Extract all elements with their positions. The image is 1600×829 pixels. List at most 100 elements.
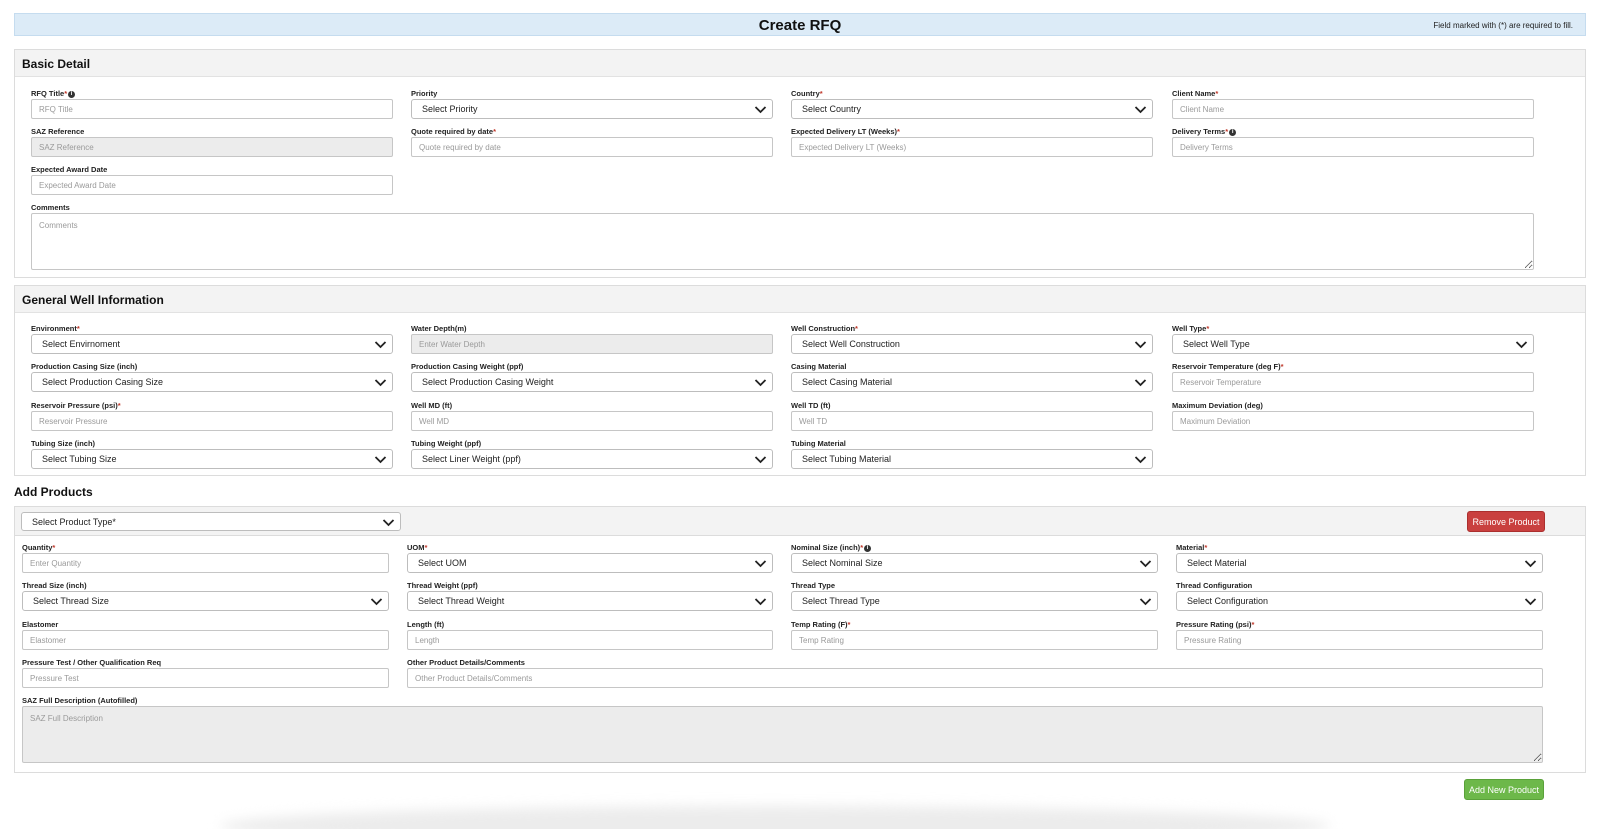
temp-rating-input[interactable] bbox=[791, 630, 1158, 650]
page-title: Create RFQ bbox=[758, 17, 842, 34]
saz-reference-field: SAZ Reference bbox=[31, 127, 393, 157]
info-icon[interactable]: i bbox=[68, 91, 76, 98]
tubing-material-field: Tubing Material Select Tubing Material bbox=[791, 439, 1153, 469]
well-td-field: Well TD (ft) bbox=[791, 401, 1153, 431]
required-marker: * bbox=[493, 127, 497, 136]
tubing-size-label: Tubing Size (inch) bbox=[31, 439, 96, 448]
length-input[interactable] bbox=[407, 630, 773, 650]
pressure-test-input[interactable] bbox=[22, 668, 389, 688]
length-field: Length (ft) bbox=[407, 620, 773, 650]
chevron-down-icon bbox=[1134, 456, 1147, 464]
max-deviation-input[interactable] bbox=[1172, 411, 1534, 431]
required-marker: * bbox=[855, 324, 858, 333]
saz-reference-label: SAZ Reference bbox=[31, 127, 85, 136]
pressure-rating-input[interactable] bbox=[1176, 630, 1543, 650]
thread-size-select[interactable]: Select Thread Size bbox=[22, 591, 389, 611]
casing-material-field: Casing Material Select Casing Material bbox=[791, 362, 1153, 392]
required-marker: * bbox=[52, 543, 56, 552]
other-details-label: Other Product Details/Comments bbox=[407, 658, 525, 667]
other-details-input[interactable] bbox=[407, 668, 1543, 688]
priority-label: Priority bbox=[411, 89, 438, 98]
saz-description-label: SAZ Full Description (Autofilled) bbox=[22, 696, 138, 705]
material-select[interactable]: Select Material bbox=[1176, 553, 1543, 573]
well-info-panel: General Well Information Environment* Se… bbox=[14, 285, 1586, 476]
casing-material-label: Casing Material bbox=[791, 362, 847, 371]
required-marker: * bbox=[847, 620, 851, 629]
elastomer-field: Elastomer bbox=[22, 620, 389, 650]
product-type-select[interactable]: Select Product Type* bbox=[21, 512, 401, 531]
tubing-size-select[interactable]: Select Tubing Size bbox=[31, 449, 393, 469]
priority-select[interactable]: Select Priority bbox=[411, 99, 773, 119]
delivery-lt-input[interactable] bbox=[791, 137, 1153, 157]
required-marker: * bbox=[1206, 324, 1210, 333]
saz-description-field: SAZ Full Description (Autofilled) bbox=[22, 696, 1543, 764]
comments-label: Comments bbox=[31, 203, 70, 212]
casing-material-select[interactable]: Select Casing Material bbox=[791, 372, 1153, 392]
thread-weight-select[interactable]: Select Thread Weight bbox=[407, 591, 773, 611]
well-construction-select[interactable]: Select Well Construction bbox=[791, 334, 1153, 354]
temp-rating-label: Temp Rating (F) bbox=[791, 620, 848, 629]
uom-select[interactable]: Select UOM bbox=[407, 553, 773, 573]
thread-type-select[interactable]: Select Thread Type bbox=[791, 591, 1158, 611]
chevron-down-icon bbox=[1524, 598, 1537, 606]
quantity-input[interactable] bbox=[22, 553, 389, 573]
chevron-down-icon bbox=[754, 106, 767, 114]
client-name-field: Client Name* bbox=[1172, 89, 1534, 119]
award-date-input[interactable] bbox=[31, 175, 393, 195]
delivery-terms-input[interactable] bbox=[1172, 137, 1534, 157]
thread-weight-field: Thread Weight (ppf) Select Thread Weight bbox=[407, 581, 773, 611]
reservoir-pressure-input[interactable] bbox=[31, 411, 393, 431]
other-details-field: Other Product Details/Comments bbox=[407, 658, 1543, 688]
tubing-material-select[interactable]: Select Tubing Material bbox=[791, 449, 1153, 469]
add-new-product-button[interactable]: Add New Product bbox=[1464, 779, 1544, 800]
well-type-select[interactable]: Select Well Type bbox=[1172, 334, 1534, 354]
nominal-size-select[interactable]: Select Nominal Size bbox=[791, 553, 1158, 573]
chevron-down-icon bbox=[1134, 106, 1147, 114]
required-marker: * bbox=[76, 324, 80, 333]
well-md-input[interactable] bbox=[411, 411, 773, 431]
quote-date-field: Quote required by date* bbox=[411, 127, 773, 157]
basic-detail-panel: Basic Detail RFQ Title*i Priority Select… bbox=[14, 49, 1586, 278]
uom-field: UOM* Select UOM bbox=[407, 543, 773, 573]
client-name-input[interactable] bbox=[1172, 99, 1534, 119]
environment-label: Environment bbox=[31, 324, 77, 333]
tubing-weight-select[interactable]: Select Liner Weight (ppf) bbox=[411, 449, 773, 469]
well-md-field: Well MD (ft) bbox=[411, 401, 773, 431]
thread-type-field: Thread Type Select Thread Type bbox=[791, 581, 1158, 611]
rfq-title-input[interactable] bbox=[31, 99, 393, 119]
material-field: Material* Select Material bbox=[1176, 543, 1543, 573]
quote-date-input[interactable] bbox=[411, 137, 773, 157]
delivery-terms-field: Delivery Terms* i bbox=[1172, 127, 1534, 157]
casing-size-label: Production Casing Size (inch) bbox=[31, 362, 138, 371]
thread-config-select[interactable]: Select Configuration bbox=[1176, 591, 1543, 611]
casing-size-field: Production Casing Size (inch) Select Pro… bbox=[31, 362, 393, 392]
priority-field: Priority Select Priority bbox=[411, 89, 773, 119]
chevron-down-icon bbox=[374, 456, 387, 464]
casing-weight-select[interactable]: Select Production Casing Weight bbox=[411, 372, 773, 392]
nominal-size-label: Nominal Size (inch) bbox=[791, 543, 861, 552]
reservoir-temp-field: Reservoir Temperature (deg F)* bbox=[1172, 362, 1534, 392]
info-icon[interactable]: i bbox=[864, 545, 872, 552]
rfq-title-label: RFQ Title bbox=[31, 89, 65, 98]
elastomer-input[interactable] bbox=[22, 630, 389, 650]
water-depth-input bbox=[411, 334, 773, 354]
reservoir-temp-input[interactable] bbox=[1172, 372, 1534, 392]
environment-select[interactable]: Select Envirnoment bbox=[31, 334, 393, 354]
remove-product-button[interactable]: Remove Product bbox=[1467, 511, 1545, 532]
required-marker: * bbox=[64, 89, 68, 98]
comments-textarea[interactable] bbox=[31, 213, 1534, 270]
required-marker: * bbox=[1251, 620, 1255, 629]
comments-field: Comments bbox=[31, 203, 1534, 271]
uom-label: UOM bbox=[407, 543, 425, 552]
quantity-field: Quantity* bbox=[22, 543, 389, 573]
material-label: Material bbox=[1176, 543, 1205, 552]
info-icon[interactable]: i bbox=[1229, 129, 1237, 136]
well-info-heading: General Well Information bbox=[15, 286, 1585, 313]
chevron-down-icon bbox=[1134, 341, 1147, 349]
country-select[interactable]: Select Country bbox=[791, 99, 1153, 119]
tubing-weight-label: Tubing Weight (ppf) bbox=[411, 439, 482, 448]
reservoir-pressure-field: Reservoir Pressure (psi)* bbox=[31, 401, 393, 431]
casing-size-select[interactable]: Select Production Casing Size bbox=[31, 372, 393, 392]
well-td-input[interactable] bbox=[791, 411, 1153, 431]
required-marker: * bbox=[1204, 543, 1208, 552]
